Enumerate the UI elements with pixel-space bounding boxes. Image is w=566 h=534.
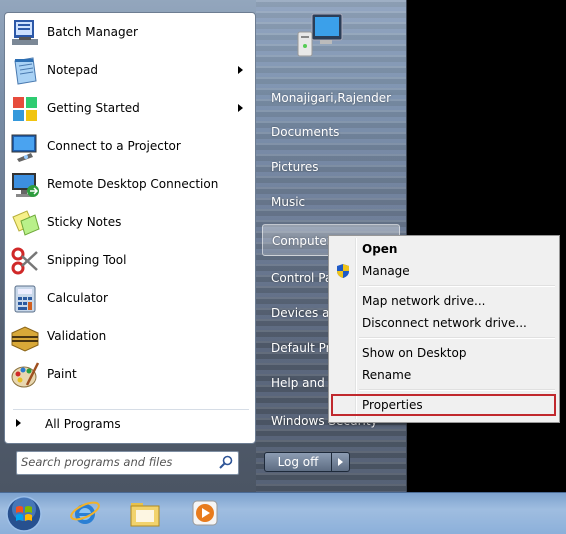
logoff-group: Log off	[264, 452, 352, 472]
program-label: Validation	[47, 329, 107, 343]
search-box[interactable]	[16, 451, 239, 475]
media-player-icon[interactable]	[188, 497, 222, 529]
remote-desktop-icon	[12, 173, 39, 197]
documents-link[interactable]: Documents	[262, 116, 400, 148]
program-label: Sticky Notes	[47, 215, 122, 229]
notepad-icon	[14, 57, 37, 85]
arrow-right-icon	[16, 419, 21, 427]
program-snipping-tool[interactable]: Snipping Tool	[5, 243, 255, 279]
menu-item-label: Disconnect network drive...	[362, 316, 527, 330]
menu-item-label: Rename	[362, 368, 412, 382]
folder-icon[interactable]	[128, 497, 162, 529]
link-label: Help and S	[271, 376, 337, 390]
program-calculator[interactable]: Calculator	[5, 281, 255, 317]
sticky-notes-icon	[12, 210, 40, 236]
batch-manager-icon	[12, 20, 38, 45]
music-link[interactable]: Music	[262, 186, 400, 218]
menu-separator	[359, 389, 555, 391]
paint-icon	[11, 362, 40, 388]
menu-separator	[359, 285, 555, 287]
menu-item-label: Manage	[362, 264, 410, 278]
user-folder-link[interactable]: Monajigari,Rajender	[262, 82, 400, 114]
pictures-link[interactable]: Pictures	[262, 151, 400, 183]
menu-item-manage[interactable]: Manage	[331, 260, 555, 282]
program-label: Notepad	[47, 63, 98, 77]
logoff-button[interactable]: Log off	[264, 452, 332, 472]
all-programs-button[interactable]: All Programs	[5, 411, 255, 437]
separator	[13, 409, 249, 410]
link-label: Documents	[271, 125, 340, 139]
menu-item-label: Map network drive...	[362, 294, 486, 308]
program-label: Batch Manager	[47, 25, 138, 39]
program-label: Connect to a Projector	[47, 139, 181, 153]
program-label: Paint	[47, 367, 77, 381]
snipping-tool-icon	[11, 247, 38, 275]
program-label: Remote Desktop Connection	[47, 177, 219, 191]
arrow-right-icon	[338, 458, 343, 466]
menu-separator	[359, 337, 555, 339]
all-programs-label: All Programs	[45, 417, 121, 431]
validation-icon	[11, 326, 39, 352]
program-sticky-notes[interactable]: Sticky Notes	[5, 205, 255, 241]
programs-pane: Batch Manager Notepad Getting Started Co…	[4, 12, 256, 444]
menu-item-disconnect-network-drive[interactable]: Disconnect network drive...	[331, 312, 555, 334]
internet-explorer-icon[interactable]	[68, 497, 102, 529]
program-getting-started[interactable]: Getting Started	[5, 91, 255, 127]
shutdown-options-button[interactable]	[332, 452, 350, 472]
program-validation[interactable]: Validation	[5, 319, 255, 355]
submenu-arrow-icon[interactable]	[238, 104, 243, 112]
link-label: Control Pa	[271, 271, 333, 285]
uac-shield-icon	[337, 264, 349, 278]
link-label: Music	[271, 195, 306, 209]
start-button[interactable]	[2, 494, 46, 534]
program-batch-manager[interactable]: Batch Manager	[5, 15, 255, 51]
calculator-icon	[14, 285, 36, 313]
projector-icon	[11, 134, 37, 162]
link-label: Computer	[272, 234, 332, 248]
highlight-box	[331, 394, 556, 416]
link-label: Monajigari,Rajender	[271, 91, 392, 105]
program-notepad[interactable]: Notepad	[5, 53, 255, 89]
menu-item-show-on-desktop[interactable]: Show on Desktop	[331, 342, 555, 364]
taskbar	[0, 492, 566, 534]
program-remote-desktop[interactable]: Remote Desktop Connection	[5, 167, 255, 203]
program-label: Snipping Tool	[47, 253, 127, 267]
program-connect-projector[interactable]: Connect to a Projector	[5, 129, 255, 165]
search-input[interactable]	[21, 454, 211, 470]
menu-item-label: Show on Desktop	[362, 346, 467, 360]
link-label: Pictures	[271, 160, 319, 174]
program-label: Getting Started	[47, 101, 140, 115]
menu-item-open[interactable]: Open	[331, 238, 555, 260]
user-picture-icon[interactable]	[292, 12, 344, 60]
search-icon[interactable]	[218, 454, 234, 470]
program-label: Calculator	[47, 291, 108, 305]
getting-started-icon	[13, 97, 37, 121]
menu-item-label: Open	[362, 242, 398, 256]
submenu-arrow-icon[interactable]	[238, 66, 243, 74]
menu-item-rename[interactable]: Rename	[331, 364, 555, 386]
menu-item-map-network-drive[interactable]: Map network drive...	[331, 290, 555, 312]
program-paint[interactable]: Paint	[5, 357, 255, 393]
